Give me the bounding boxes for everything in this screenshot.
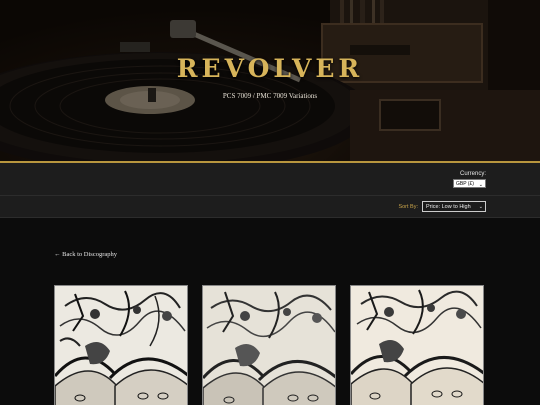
- chevron-down-icon: ⌄: [478, 204, 483, 210]
- hero-banner: REVOLVER PCS 7009 / PMC 7009 Variations: [0, 0, 540, 162]
- page-title: REVOLVER: [176, 54, 364, 83]
- currency-select[interactable]: GBP (£) ⌄: [453, 179, 486, 188]
- sort-selected-value: Price: Low to High: [426, 204, 471, 210]
- sort-label: Sort By:: [398, 204, 418, 210]
- album-cover-image: [351, 286, 483, 405]
- product-card[interactable]: [202, 285, 336, 405]
- chevron-down-icon: ⌄: [478, 182, 483, 188]
- back-to-discography-link[interactable]: ← Back to Discography: [54, 251, 117, 258]
- currency-bar: Currency: GBP (£) ⌄: [0, 163, 540, 196]
- product-card[interactable]: [54, 285, 188, 405]
- currency-label: Currency:: [459, 171, 486, 177]
- album-cover-image: [55, 286, 187, 405]
- album-cover-image: [203, 286, 335, 405]
- product-card[interactable]: [350, 285, 484, 405]
- page-subtitle: PCS 7009 / PMC 7009 Variations: [222, 92, 318, 100]
- sort-select[interactable]: Price: Low to High ⌄: [422, 201, 486, 212]
- currency-selected-value: GBP (£): [456, 181, 474, 187]
- sort-bar: Sort By: Price: Low to High ⌄: [0, 196, 540, 218]
